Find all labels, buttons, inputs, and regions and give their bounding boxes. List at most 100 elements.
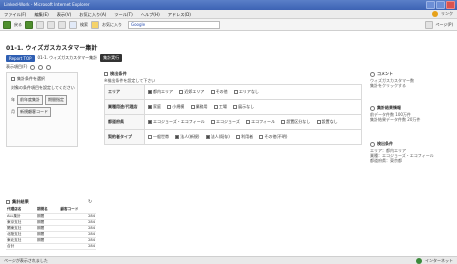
option-checkbox[interactable]: その他 [210,89,228,95]
forward-icon[interactable] [25,21,33,29]
left-panel-hint-text: 対象の条件項目を設定してください [11,85,75,90]
conditions-row-options: 一般世帯 法人(新規) 法人(既存) 利用者 その他(不明) [144,129,362,145]
run-aggregate-button[interactable]: 集計実行 [100,54,123,62]
menu-items: ファイル(F) 編集(E) 表示(V) お気に入り(A) ツール(T) ヘルプ(… [4,12,191,18]
conditions-row-key: 都道府県 [104,114,145,130]
left-panel-checkbox[interactable] [11,77,15,81]
left-panel-title: 集計条件を選択 [17,76,45,81]
option-checkbox[interactable]: 法人(既存) [205,134,230,140]
new-customer-code-button[interactable]: 新規顧客コード [17,107,51,117]
toolbar-left: 戻る 検索 お気に入り [3,21,122,29]
option-checkbox[interactable]: 業務用 [190,104,208,110]
page-content: 01-1. ウィズガスカスタマー集計 Report TOP 01-1. ウィズガ… [0,31,457,256]
option-checkbox[interactable]: 一般世帯 [148,134,169,140]
back-label[interactable]: 戻る [14,22,22,28]
breadcrumb: Report TOP 01-1. ウィズガスカスタマー集計 集計実行 [6,54,123,62]
option-checkbox[interactable]: 小規模 [167,104,184,110]
search-label[interactable]: 検索 [80,22,88,28]
table-row[interactable]: 合計 284 [6,243,96,250]
option-checkbox[interactable]: 展示なし [233,104,254,110]
option-checkbox[interactable]: その他(不明) [259,134,288,140]
left-condition-panel: 集計条件を選択 対象の条件項目を設定してください 年 前年度集計 期間指定 月 … [6,72,78,147]
home-icon[interactable] [58,21,66,29]
option-checkbox[interactable]: 近郊エリア [179,89,204,95]
internet-zone-label: インターネット [425,258,453,263]
option-checkbox[interactable]: 家庭 [148,104,161,110]
comment-icon [370,71,375,77]
option-circle-2[interactable] [38,64,44,70]
menu-item-favorites[interactable]: お気に入り(A) [79,12,106,18]
menu-item-help[interactable]: ヘルプ(H) [141,12,160,18]
refresh-icon[interactable] [47,21,55,29]
back-icon[interactable] [3,21,11,29]
info-icon [370,105,375,111]
option-checkbox[interactable]: エコジョーズ [211,119,240,125]
left-panel-hint: 対象の条件項目を設定してください [11,85,75,91]
option-checkbox[interactable]: 利用者 [236,134,253,140]
comment-section: コメント ウィズガスカスタマー数 集計をクリックする [370,71,452,88]
option-checkbox[interactable]: エコジョーズ・エコフィール [148,119,205,125]
comment-body: ウィズガスカスタマー数 集計をクリックする [370,78,414,88]
results-icon [6,200,10,204]
left-panel-row-2: 月 新規顧客コード [11,107,51,117]
page-menu-label[interactable]: ページ(P) [436,22,453,28]
menu-item-file[interactable]: ファイル(F) [4,12,26,18]
option-checkbox[interactable]: 設置なし [316,119,338,125]
menu-item-address[interactable]: アドレス(D) [168,12,191,18]
close-button[interactable] [446,1,455,9]
conditions-row-options: 都内エリア 近郊エリア その他 エリアなし [144,84,362,100]
minimize-button[interactable] [426,1,435,9]
page-icon[interactable] [424,21,433,29]
window-titlebar: Linked-Work - Microsoft Internet Explore… [0,0,457,10]
favorites-icon[interactable] [91,21,99,29]
maximize-button[interactable] [436,1,445,9]
window-title: Linked-Work - Microsoft Internet Explore… [4,2,90,7]
crumb-report-top[interactable]: Report TOP [6,54,35,62]
option-checkbox[interactable]: 工場 [213,104,227,110]
detection-summary-body: エリア：都内エリア 業種：エコジョーズ・エコフィール 都道府県：東京都 [370,148,434,163]
left-panel-title-row: 集計条件を選択 [11,76,45,82]
option-checkbox[interactable]: エリアなし [233,89,259,95]
conditions-row-key: 契約者タイプ [104,129,145,145]
search-icon[interactable] [69,21,77,29]
option-circle-3[interactable] [46,64,52,70]
stop-icon[interactable] [36,21,44,29]
result-info-body: 前データ件数 100万件 集計結果データ件数 20万件 [370,112,421,122]
internet-zone-icon [416,258,422,264]
conditions-table: エリア 都内エリア 近郊エリア その他 エリアなし 業種用途/代理店 家庭 小規… [104,84,362,145]
conditions-row-key: 業種用途/代理店 [104,99,145,115]
option-checkbox[interactable]: 設置区分なし [281,119,310,125]
menu-item-view[interactable]: 表示(V) [57,12,72,18]
filter-icon [370,141,375,147]
option-checkbox[interactable]: 都内エリア [148,89,173,95]
results-title: 集計結果 [12,199,29,204]
page-title: 01-1. ウィズガスカスタマー集計 [6,45,98,52]
conditions-header-icon [104,72,108,76]
crumb-current: 01-1. ウィズガスカスタマー集計 [37,55,98,60]
menu-bar: ファイル(F) 編集(E) 表示(V) お気に入り(A) ツール(T) ヘルプ(… [0,10,457,19]
refresh-icon[interactable]: ↻ [88,199,92,205]
option-checkbox[interactable]: エコフィール [246,119,275,125]
search-field[interactable]: Google [128,21,220,29]
previous-year-button[interactable]: 前年度集計 [17,95,43,105]
left-row1-key: 年 [11,97,15,102]
right-info-panel: コメント ウィズガスカスタマー数 集計をクリックする 集計結果情報 前データ件数… [370,71,452,191]
menu-right: リンク [432,11,453,17]
display-options-row: 表示項目(F) [6,64,52,70]
results-panel: 集計結果 ↻ 代理店名 期間名 顧客コード ALL集計 期間 284 東京支社 … [6,199,102,255]
results-table: 代理店名 期間名 顧客コード ALL集計 期間 284 東京支社 期間 284 … [6,207,96,250]
menu-item-tools[interactable]: ツール(T) [114,12,132,18]
conditions-header: 検出条件 [104,71,127,77]
conditions-row-options: 家庭 小規模 業務用 工場 展示なし [144,99,362,115]
period-button[interactable]: 期間指定 [45,95,67,105]
menu-item-edit[interactable]: 編集(E) [34,12,48,18]
conditions-row: 都道府県 エコジョーズ・エコフィール エコジョーズ エコフィール 設置区分なし … [104,114,362,130]
conditions-row: 業種用途/代理店 家庭 小規模 業務用 工場 展示なし [104,99,362,115]
favorites-label[interactable]: お気に入り [102,22,122,28]
option-circle-1[interactable] [30,64,36,70]
option-checkbox[interactable]: 法人(新規) [175,134,199,140]
conditions-row-options: エコジョーズ・エコフィール エコジョーズ エコフィール 設置区分なし 設置なし [144,114,362,130]
status-right: インターネット [416,258,453,264]
window-controls [426,1,455,9]
links-label[interactable]: リンク [441,11,453,17]
